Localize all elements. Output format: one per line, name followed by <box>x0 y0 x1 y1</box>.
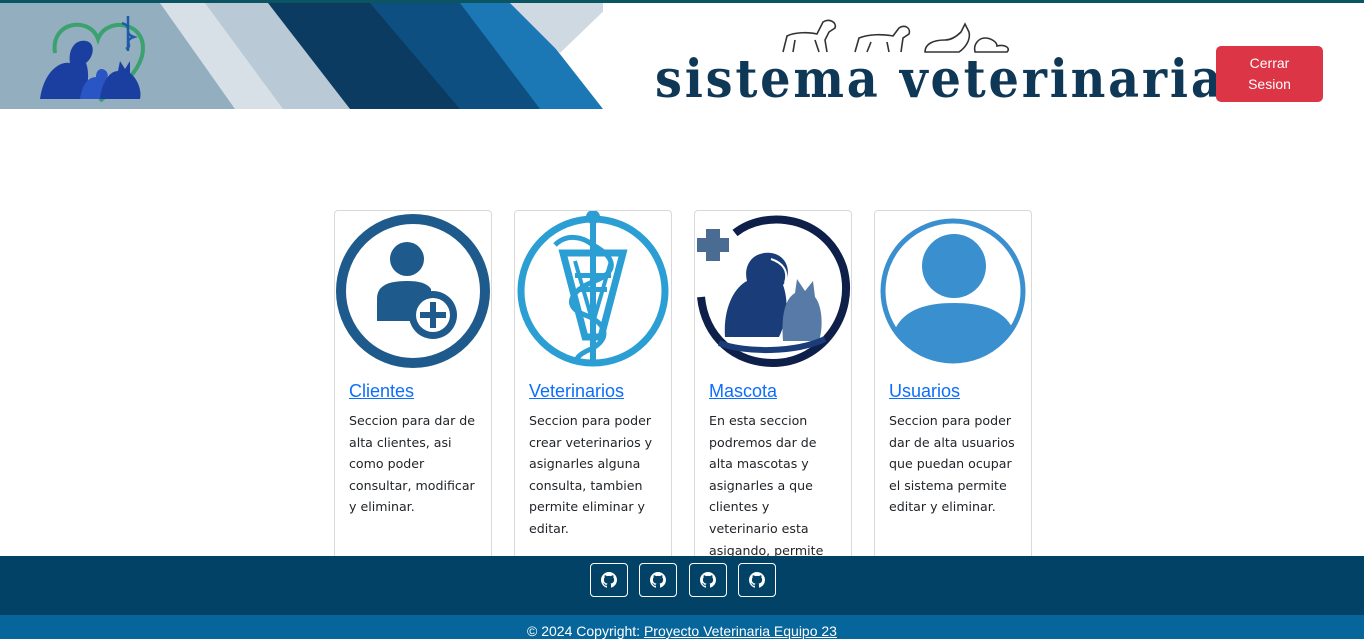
card-title-veterinarios[interactable]: Veterinarios <box>529 381 671 402</box>
github-button[interactable] <box>590 563 628 597</box>
pets-medical-icon <box>697 215 851 368</box>
card-description: Seccion para dar de alta clientes, asi c… <box>349 413 476 515</box>
github-button[interactable] <box>738 563 776 597</box>
sections-grid: Clientes Seccion para dar de alta client… <box>334 210 1034 570</box>
card-description: Seccion para poder dar de alta usuarios … <box>889 413 1015 515</box>
github-button[interactable] <box>639 563 677 597</box>
github-button[interactable] <box>689 563 727 597</box>
card-image <box>695 211 851 371</box>
github-icon <box>601 572 617 588</box>
app-title: sistema veterinaria <box>655 49 1225 110</box>
card-usuarios: Usuarios Seccion para poder dar de alta … <box>874 210 1032 570</box>
card-image <box>875 211 1031 371</box>
card-description: Seccion para poder crear veterinarios y … <box>529 413 653 536</box>
header-title-area: sistema veterinaria <box>655 14 1222 110</box>
card-clientes: Clientes Seccion para dar de alta client… <box>334 210 492 570</box>
card-veterinarios: Veterinarios Seccion para poder crear ve… <box>514 210 672 570</box>
header-banner <box>0 3 603 109</box>
copyright-text: © 2024 Copyright: <box>527 623 641 639</box>
logout-button[interactable]: Cerrar Sesion <box>1216 46 1323 102</box>
card-title-mascota[interactable]: Mascota <box>709 381 851 402</box>
card-description: En esta seccion podremos dar de alta mas… <box>709 413 824 558</box>
footer-social-bar <box>0 556 1364 615</box>
github-icon <box>749 572 765 588</box>
github-icon <box>700 572 716 588</box>
caduceus-icon <box>517 211 669 367</box>
user-icon <box>880 218 1026 364</box>
card-title-clientes[interactable]: Clientes <box>349 381 491 402</box>
github-icon <box>650 572 666 588</box>
card-mascota: Mascota En esta seccion podremos dar de … <box>694 210 852 570</box>
vet-logo-icon <box>40 16 145 103</box>
footer-copyright-bar: © 2024 Copyright: Proyecto Veterinaria E… <box>0 615 1364 639</box>
copyright-link[interactable]: Proyecto Veterinaria Equipo 23 <box>644 623 837 639</box>
card-image <box>335 211 491 371</box>
card-image <box>515 211 671 371</box>
card-title-usuarios[interactable]: Usuarios <box>889 381 1031 402</box>
add-user-icon <box>336 214 490 368</box>
